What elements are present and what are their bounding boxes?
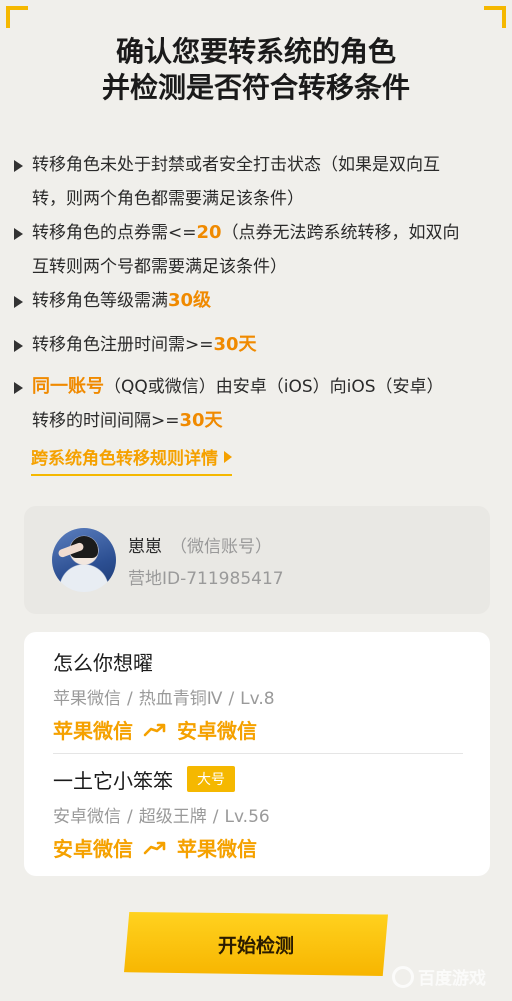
account-name-row: 崽崽 （微信账号） [128, 532, 272, 557]
rule-text: 同一账号（QQ或微信）由安卓（iOS）向iOS（安卓） [32, 376, 444, 397]
rule-item: 转移角色等级需满30级 [12, 284, 500, 318]
account-type: （微信账号） [170, 537, 272, 557]
rule-item: 同一账号（QQ或微信）由安卓（iOS）向iOS（安卓） 转移的时间间隔>=30天 [12, 370, 500, 438]
role-name-row: 一土它小笨笨 大号 [53, 764, 463, 794]
rules-detail-label: 跨系统角色转移规则详情 [31, 449, 218, 469]
roles-card: 怎么你想曜 苹果微信 / 热血青铜Ⅳ / Lv.8 苹果微信 安卓微信 一土它小笨笨 大… [24, 632, 490, 876]
corner-decoration-left [6, 6, 28, 28]
watermark: 百度游戏 [392, 964, 486, 989]
role-name: 怎么你想曜 [53, 650, 153, 675]
corner-decoration-right [484, 6, 506, 28]
camp-id: 营地ID-711985417 [128, 569, 284, 589]
bullet-triangle-icon [14, 228, 23, 240]
transfer-arrow-icon [143, 723, 166, 736]
rule-item: 转移角色的点券需<=20（点券无法跨系统转移，如双向 互转则两个号都需要满足该条… [12, 216, 500, 284]
rule-highlight: 20 [196, 222, 222, 243]
rule-item: 转移角色注册时间需>=30天 [12, 328, 500, 362]
rule-text: 转移角色的点券需<=20（点券无法跨系统转移，如双向 [32, 222, 460, 243]
role-name: 一土它小笨笨 [53, 768, 173, 793]
transfer-from: 苹果微信 [53, 719, 133, 743]
rule-text: 转移角色未处于封禁或者安全打击状态（如果是双向互 [32, 155, 440, 175]
play-arrow-icon [224, 450, 232, 463]
transfer-direction: 苹果微信 安卓微信 [53, 715, 463, 744]
role-name-row: 怎么你想曜 [53, 646, 463, 676]
title-line-1: 确认您要转系统的角色 [115, 35, 396, 68]
divider [53, 753, 463, 754]
role-item[interactable]: 一土它小笨笨 大号 安卓微信 / 超级王牌 / Lv.56 安卓微信 苹果微信 [53, 764, 463, 862]
rule-highlight: 30级 [168, 290, 212, 311]
bullet-triangle-icon [14, 340, 23, 352]
rule-text: 转移的时间间隔>=30天 [32, 410, 223, 431]
role-meta: 安卓微信 / 超级王牌 / Lv.56 [53, 807, 270, 827]
transfer-arrow-icon [143, 841, 166, 854]
role-item[interactable]: 怎么你想曜 苹果微信 / 热血青铜Ⅳ / Lv.8 苹果微信 安卓微信 [53, 646, 463, 744]
avatar [52, 528, 116, 592]
account-card: 崽崽 （微信账号） 营地ID-711985417 [24, 506, 490, 614]
baidu-game-logo-icon [392, 965, 414, 988]
rule-text: 转移角色注册时间需>=30天 [32, 334, 257, 355]
transfer-to: 苹果微信 [177, 837, 257, 861]
main-account-badge: 大号 [187, 766, 235, 792]
transfer-direction: 安卓微信 苹果微信 [53, 833, 463, 862]
rule-item: 转移角色未处于封禁或者安全打击状态（如果是双向互 转，则两个角色都需要满足该条件… [12, 148, 500, 216]
bullet-triangle-icon [14, 296, 23, 308]
transfer-from: 安卓微信 [53, 837, 133, 861]
title-line-2: 并检测是否符合转移条件 [101, 71, 410, 104]
rule-text: 转，则两个角色都需要满足该条件） [32, 189, 304, 209]
rule-highlight: 30天 [179, 410, 223, 431]
role-meta: 苹果微信 / 热血青铜Ⅳ / Lv.8 [53, 689, 275, 709]
bullet-triangle-icon [14, 160, 23, 172]
rules-detail-link[interactable]: 跨系统角色转移规则详情 [31, 444, 232, 476]
account-name: 崽崽 [128, 537, 162, 557]
page-title: 确认您要转系统的角色 并检测是否符合转移条件 [0, 34, 512, 106]
start-check-button[interactable]: 开始检测 [124, 912, 388, 976]
rule-text: 互转则两个号都需要满足该条件） [32, 257, 287, 277]
rule-highlight: 30天 [213, 334, 257, 355]
bullet-triangle-icon [14, 382, 23, 394]
transfer-to: 安卓微信 [177, 719, 257, 743]
watermark-text: 百度游戏 [418, 969, 486, 989]
rule-highlight: 同一账号 [32, 376, 104, 397]
rule-text: 转移角色等级需满30级 [32, 290, 212, 311]
